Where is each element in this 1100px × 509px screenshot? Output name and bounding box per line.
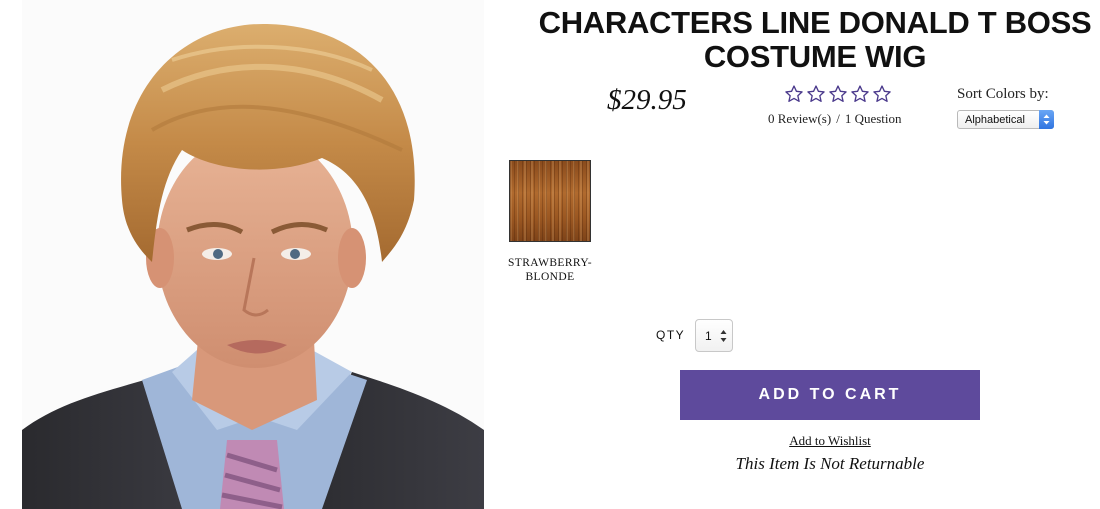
wig-model-photo-icon: [22, 0, 484, 509]
qty-select[interactable]: 1: [695, 319, 733, 352]
review-separator: /: [836, 111, 840, 126]
select-spinner-icon: [1039, 110, 1054, 129]
sort-colors-value: Alphabetical: [965, 113, 1025, 126]
return-policy-note: This Item Is Not Returnable: [735, 454, 925, 473]
color-swatch-strawberry-blonde[interactable]: [509, 160, 591, 242]
reviews-link[interactable]: 0 Review(s): [768, 111, 831, 126]
add-to-wishlist-link[interactable]: Add to Wishlist: [680, 433, 980, 449]
qty-label: QTY: [656, 328, 686, 342]
questions-link[interactable]: 1 Question: [845, 111, 902, 126]
review-summary: 0 Review(s) / 1 Question: [768, 111, 902, 127]
qty-value: 1: [705, 328, 712, 343]
star-outline-icon[interactable]: [850, 84, 870, 104]
product-price: $29.95: [607, 84, 687, 116]
product-image[interactable]: [22, 0, 484, 509]
star-outline-icon[interactable]: [784, 84, 804, 104]
swatch-label: STRAWBERRY- BLONDE: [508, 257, 592, 283]
star-outline-icon[interactable]: [872, 84, 892, 104]
product-title: CHARACTERS LINE DONALD T BOSS COSTUME WI…: [538, 5, 1092, 74]
add-to-cart-button[interactable]: ADD TO CART: [680, 370, 980, 420]
star-outline-icon[interactable]: [828, 84, 848, 104]
rating-stars[interactable]: [784, 84, 892, 104]
star-outline-icon[interactable]: [806, 84, 826, 104]
sort-colors-select[interactable]: Alphabetical: [957, 110, 1054, 129]
sort-colors-label: Sort Colors by:: [957, 86, 1049, 102]
updown-arrows-icon: [720, 330, 727, 342]
